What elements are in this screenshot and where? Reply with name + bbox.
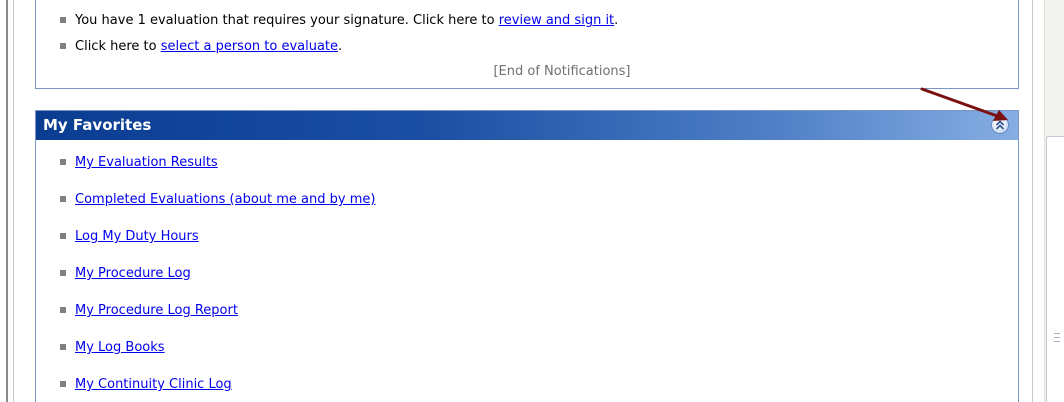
favorite-link-evaluation-results[interactable]: My Evaluation Results xyxy=(75,155,218,170)
notification-suffix: . xyxy=(614,13,619,28)
notification-text: Click here to xyxy=(75,39,161,54)
vertical-scrollbar-thumb[interactable] xyxy=(1046,136,1064,402)
end-of-notifications-text: [End of Notifications] xyxy=(493,64,631,79)
favorites-title: My Favorites xyxy=(43,116,152,134)
favorite-link-completed-evaluations[interactable]: Completed Evaluations (about me and by m… xyxy=(75,192,375,207)
double-chevron-up-icon[interactable] xyxy=(991,116,1009,134)
square-bullet-icon xyxy=(60,16,66,23)
favorites-list: My Evaluation Results Completed Evaluati… xyxy=(60,152,375,402)
favorite-item: Completed Evaluations (about me and by m… xyxy=(60,189,375,226)
square-bullet-icon xyxy=(60,269,66,276)
notifications-panel: You have 1 evaluation that requires your… xyxy=(35,0,1019,89)
favorite-link-duty-hours[interactable]: Log My Duty Hours xyxy=(75,229,199,244)
favorite-link-log-books[interactable]: My Log Books xyxy=(75,340,165,355)
favorite-item: My Procedure Log Report xyxy=(60,300,375,337)
favorite-item: My Continuity Clinic Log xyxy=(60,374,375,402)
collapse-chevrons xyxy=(995,120,1005,130)
scrollbar-grip-icon xyxy=(1054,333,1062,342)
square-bullet-icon xyxy=(60,42,66,49)
favorite-link-procedure-log[interactable]: My Procedure Log xyxy=(75,266,191,281)
square-bullet-icon xyxy=(60,232,66,239)
favorite-link-continuity-clinic-log[interactable]: My Continuity Clinic Log xyxy=(75,377,232,392)
favorites-panel: My Favorites My Evaluation Results Compl… xyxy=(35,110,1019,402)
page: You have 1 evaluation that requires your… xyxy=(0,0,1064,402)
notifications-list: You have 1 evaluation that requires your… xyxy=(60,10,618,62)
square-bullet-icon xyxy=(60,306,66,313)
favorite-item: My Procedure Log xyxy=(60,263,375,300)
select-person-link[interactable]: select a person to evaluate xyxy=(161,39,338,54)
left-frame-border xyxy=(6,0,8,402)
favorites-header: My Favorites xyxy=(36,111,1018,140)
square-bullet-icon xyxy=(60,195,66,202)
notification-suffix: . xyxy=(338,39,343,54)
notification-text: You have 1 evaluation that requires your… xyxy=(75,13,499,28)
square-bullet-icon xyxy=(60,343,66,350)
left-frame-inner-border xyxy=(13,0,14,402)
square-bullet-icon xyxy=(60,158,66,165)
favorite-item: My Log Books xyxy=(60,337,375,374)
favorite-link-procedure-log-report[interactable]: My Procedure Log Report xyxy=(75,303,238,318)
review-and-sign-link[interactable]: review and sign it xyxy=(499,13,614,28)
notification-item: You have 1 evaluation that requires your… xyxy=(60,10,618,36)
right-frame-border xyxy=(1032,0,1033,402)
favorite-item: Log My Duty Hours xyxy=(60,226,375,263)
end-of-notifications-label: [End of Notifications] xyxy=(36,64,1018,79)
favorite-item: My Evaluation Results xyxy=(60,152,375,189)
notification-item: Click here to select a person to evaluat… xyxy=(60,36,618,62)
square-bullet-icon xyxy=(60,380,66,387)
